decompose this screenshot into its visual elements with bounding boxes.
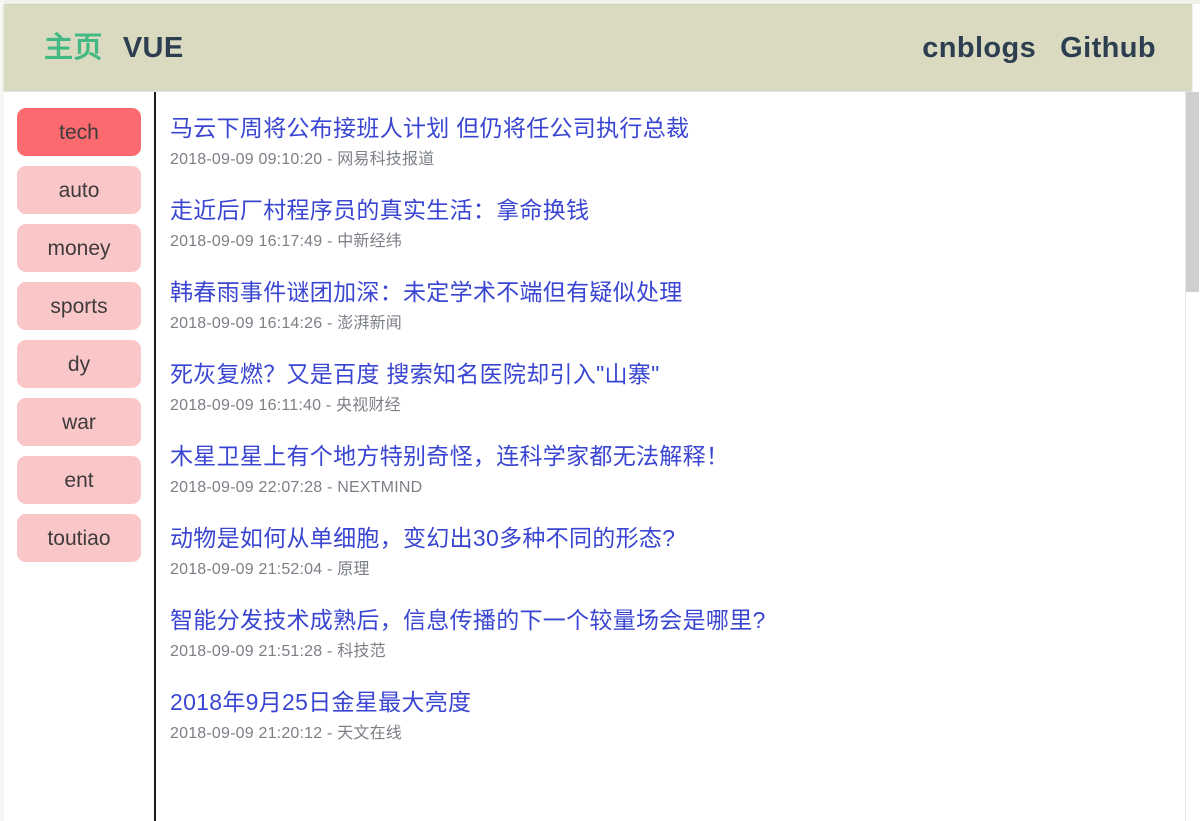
sidebar-item-war[interactable]: war: [17, 398, 141, 446]
sidebar-item-dy[interactable]: dy: [17, 340, 141, 388]
sidebar-item-tech[interactable]: tech: [17, 108, 141, 156]
nav-link-github[interactable]: Github: [1060, 33, 1156, 63]
content-wrapper: tech auto money sports dy war ent toutia…: [4, 92, 1192, 821]
news-title-link[interactable]: 韩春雨事件谜团加深：未定学术不端但有疑似处理: [170, 274, 1192, 310]
list-item[interactable]: 韩春雨事件谜团加深：未定学术不端但有疑似处理 2018-09-09 16:14:…: [170, 274, 1192, 344]
news-title-link[interactable]: 死灰复燃？又是百度 搜索知名医院却引入"山寨": [170, 356, 1192, 392]
list-item[interactable]: 2018年9月25日金星最大亮度 2018-09-09 21:20:12 - 天…: [170, 684, 1192, 754]
news-title-link[interactable]: 走近后厂村程序员的真实生活：拿命换钱: [170, 192, 1192, 228]
navbar-right-group: cnblogs Github: [922, 33, 1156, 63]
news-meta: 2018-09-09 22:07:28 - NEXTMIND: [170, 479, 423, 496]
list-item[interactable]: 死灰复燃？又是百度 搜索知名医院却引入"山寨" 2018-09-09 16:11…: [170, 356, 1192, 426]
nav-link-vue[interactable]: VUE: [123, 33, 184, 63]
top-navbar: 主页 VUE cnblogs Github: [4, 4, 1192, 91]
news-title-link[interactable]: 动物是如何从单细胞，变幻出30多种不同的形态?: [170, 520, 1192, 556]
list-item[interactable]: 马云下周将公布接班人计划 但仍将任公司执行总裁 2018-09-09 09:10…: [170, 110, 1192, 180]
list-item[interactable]: 木星卫星上有个地方特别奇怪，连科学家都无法解释！ 2018-09-09 22:0…: [170, 438, 1192, 508]
news-meta: 2018-09-09 21:20:12 - 天文在线: [170, 725, 402, 742]
list-item[interactable]: 动物是如何从单细胞，变幻出30多种不同的形态? 2018-09-09 21:52…: [170, 520, 1192, 590]
navbar-left-group: 主页 VUE: [44, 33, 184, 63]
news-meta: 2018-09-09 09:10:20 - 网易科技报道: [170, 151, 435, 168]
news-title-link[interactable]: 木星卫星上有个地方特别奇怪，连科学家都无法解释！: [170, 438, 1192, 474]
sidebar-item-money[interactable]: money: [17, 224, 141, 272]
news-meta: 2018-09-09 16:11:40 - 央视财经: [170, 397, 401, 414]
list-item[interactable]: 走近后厂村程序员的真实生活：拿命换钱 2018-09-09 16:17:49 -…: [170, 192, 1192, 262]
sidebar-item-sports[interactable]: sports: [17, 282, 141, 330]
news-meta: 2018-09-09 21:52:04 - 原理: [170, 561, 370, 578]
news-title-link[interactable]: 马云下周将公布接班人计划 但仍将任公司执行总裁: [170, 110, 1192, 146]
news-title-link[interactable]: 智能分发技术成熟后，信息传播的下一个较量场会是哪里?: [170, 602, 1192, 638]
vertical-scrollbar-track[interactable]: [1185, 92, 1200, 821]
news-list: 马云下周将公布接班人计划 但仍将任公司执行总裁 2018-09-09 09:10…: [156, 92, 1192, 821]
news-meta: 2018-09-09 21:51:28 - 科技范: [170, 643, 386, 660]
list-item[interactable]: 智能分发技术成熟后，信息传播的下一个较量场会是哪里? 2018-09-09 21…: [170, 602, 1192, 672]
sidebar-item-auto[interactable]: auto: [17, 166, 141, 214]
sidebar-item-ent[interactable]: ent: [17, 456, 141, 504]
nav-link-cnblogs[interactable]: cnblogs: [922, 33, 1036, 63]
sidebar-item-toutiao[interactable]: toutiao: [17, 514, 141, 562]
vertical-scrollbar-thumb[interactable]: [1186, 92, 1199, 292]
nav-link-home[interactable]: 主页: [44, 33, 103, 63]
news-title-link[interactable]: 2018年9月25日金星最大亮度: [170, 684, 1192, 720]
app-root: 主页 VUE cnblogs Github tech auto money sp…: [0, 0, 1200, 821]
news-meta: 2018-09-09 16:17:49 - 中新经纬: [170, 233, 402, 250]
news-meta: 2018-09-09 16:14:26 - 澎湃新闻: [170, 315, 402, 332]
category-sidebar: tech auto money sports dy war ent toutia…: [4, 92, 156, 821]
